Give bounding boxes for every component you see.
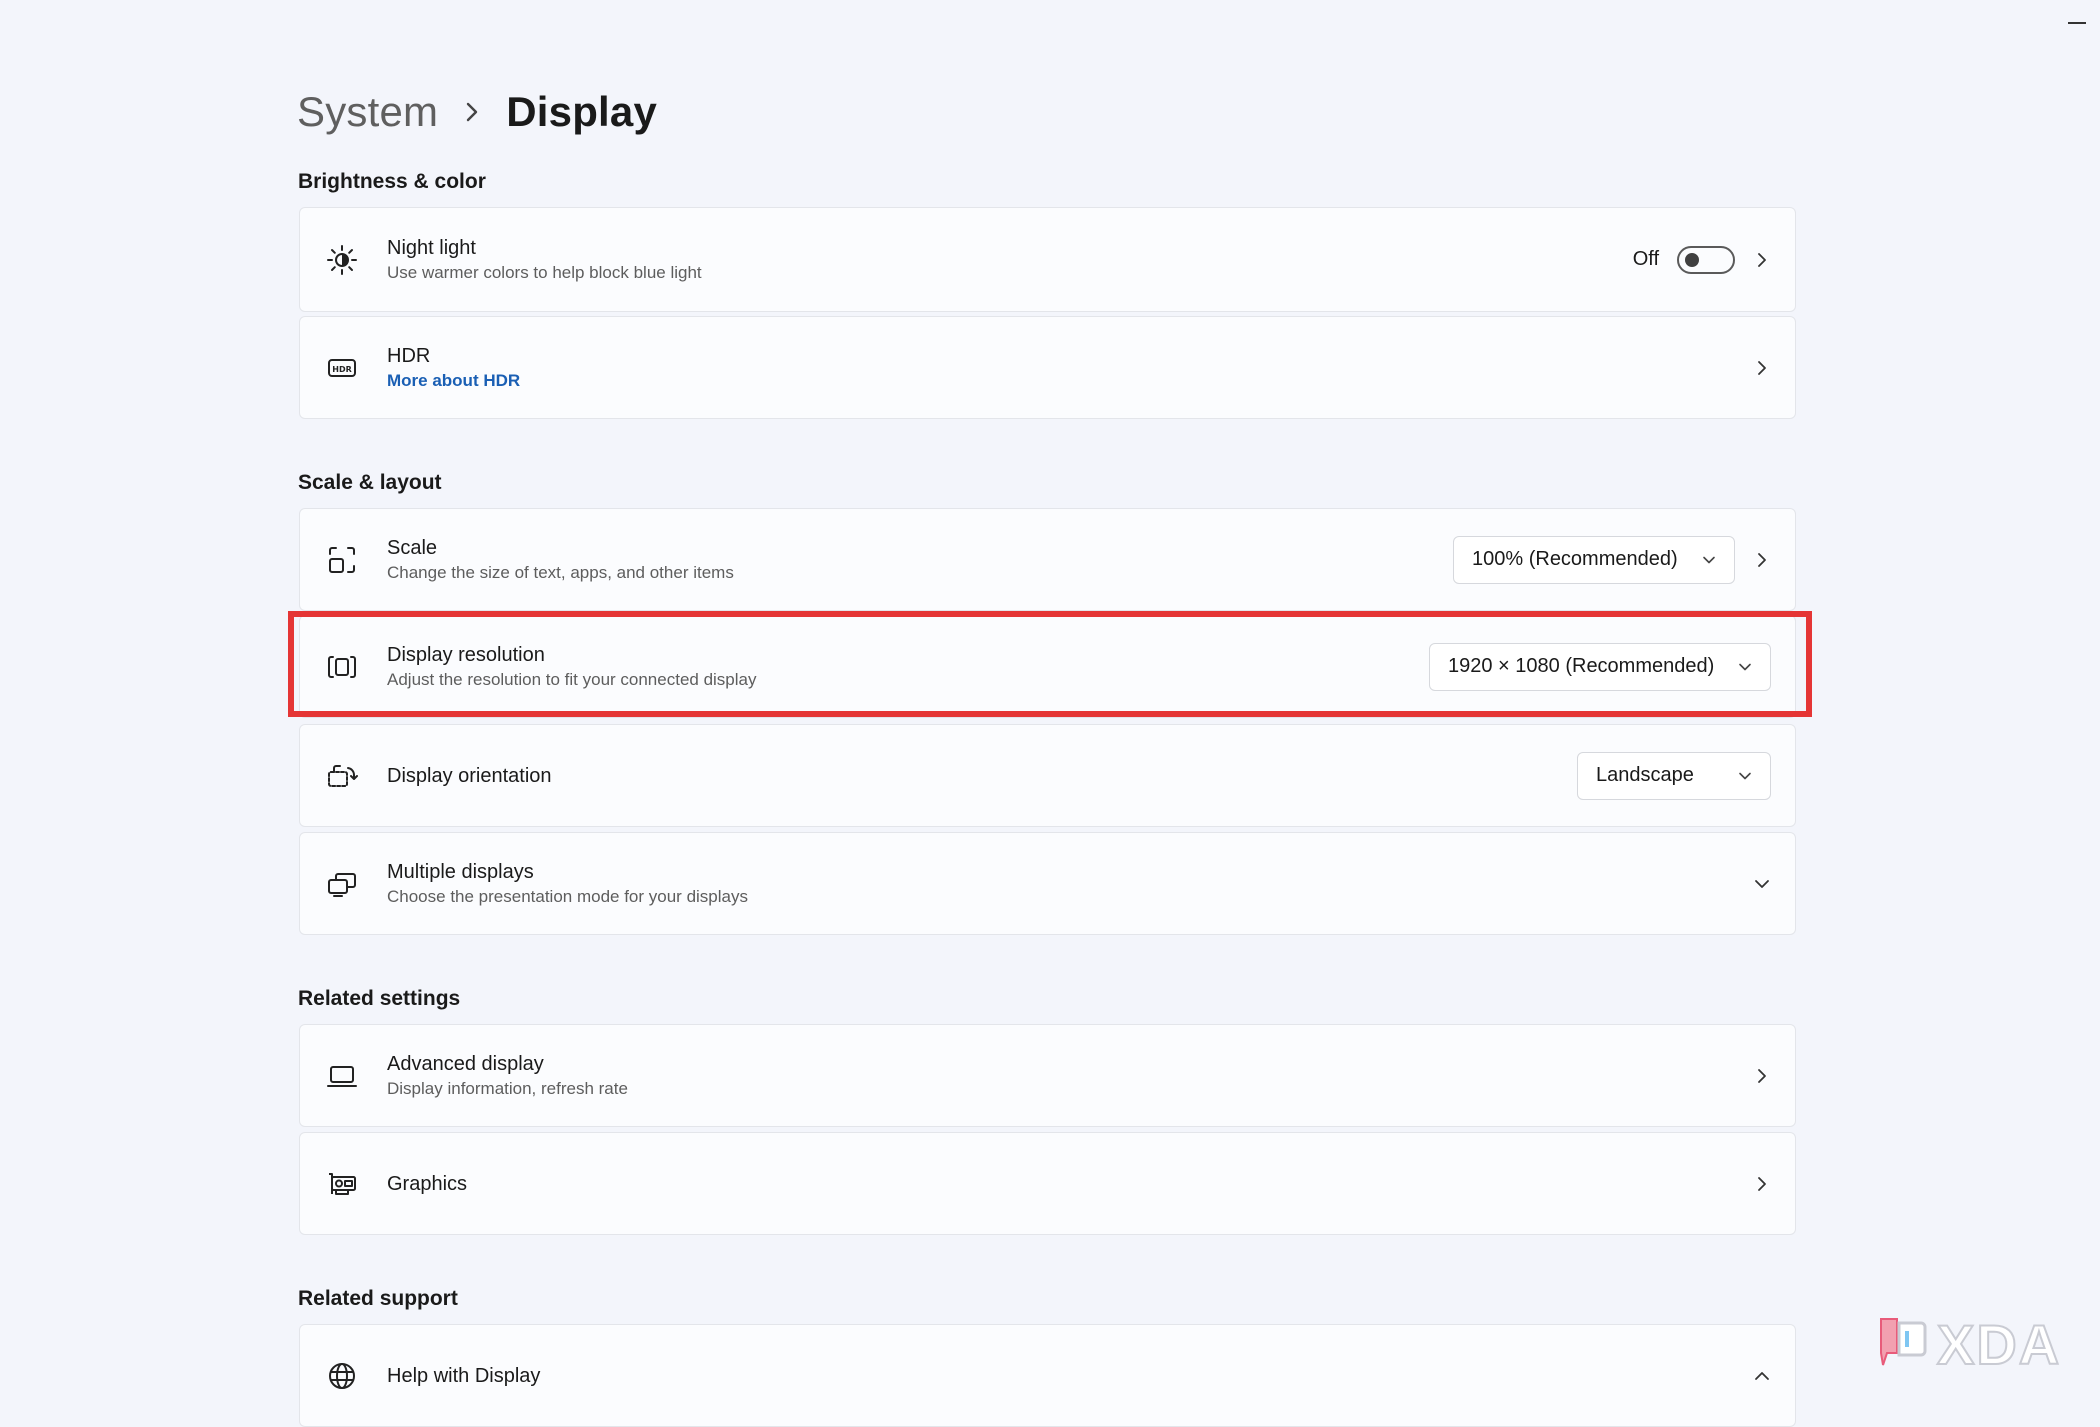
- night-light-state: Off: [1632, 248, 1659, 270]
- hdr-title: HDR: [387, 344, 431, 367]
- page-title: Display: [506, 88, 658, 135]
- toggle-knob: [1685, 252, 1699, 267]
- graphics-row[interactable]: Graphics: [299, 1132, 1796, 1235]
- night-light-subtitle: Use warmer colors to help block blue lig…: [387, 262, 702, 282]
- graphics-card-icon: [324, 1166, 360, 1202]
- scale-dropdown[interactable]: 100% (Recommended): [1453, 535, 1735, 584]
- advanced-display-title: Advanced display: [387, 1052, 544, 1075]
- orientation-dropdown[interactable]: Landscape: [1577, 751, 1771, 800]
- section-scale-layout: Scale & layout: [298, 471, 442, 494]
- breadcrumb-system[interactable]: System: [297, 88, 438, 136]
- display-orientation-title: Display orientation: [387, 764, 552, 787]
- globe-icon: [324, 1358, 360, 1394]
- multiple-displays-row[interactable]: Multiple displays Choose the presentatio…: [299, 832, 1796, 935]
- minimize-button[interactable]: [2068, 22, 2086, 24]
- scale-dropdown-value: 100% (Recommended): [1472, 548, 1678, 570]
- more-about-hdr-link[interactable]: More about HDR: [387, 369, 520, 393]
- multiple-displays-subtitle: Choose the presentation mode for your di…: [387, 886, 748, 906]
- chevron-right-icon[interactable]: [1753, 251, 1771, 269]
- chevron-down-icon: [1739, 772, 1751, 779]
- section-related-support: Related support: [298, 1287, 458, 1310]
- scale-title: Scale: [387, 536, 438, 559]
- multiple-displays-title: Multiple displays: [387, 860, 534, 883]
- breadcrumb: System Display: [297, 88, 657, 136]
- sun-icon: [324, 242, 360, 278]
- chevron-right-icon[interactable]: [1753, 551, 1771, 569]
- scale-icon: [324, 542, 360, 578]
- chevron-right-icon[interactable]: [1753, 1175, 1771, 1193]
- multiple-displays-icon: [324, 866, 360, 902]
- section-brightness-color: Brightness & color: [298, 170, 486, 193]
- night-light-toggle[interactable]: [1677, 245, 1735, 274]
- help-with-display-title: Help with Display: [387, 1364, 541, 1387]
- night-light-title: Night light: [387, 236, 476, 259]
- help-with-display-row[interactable]: Help with Display: [299, 1324, 1796, 1427]
- xda-watermark-text: XDA: [1936, 1312, 2062, 1377]
- advanced-display-row[interactable]: Advanced display Display information, re…: [299, 1024, 1796, 1127]
- advanced-display-subtitle: Display information, refresh rate: [387, 1078, 628, 1098]
- xda-logo-icon: [1875, 1315, 1931, 1375]
- hdr-icon: HDR: [324, 350, 360, 386]
- chevron-right-icon: [464, 101, 480, 123]
- chevron-right-icon[interactable]: [1753, 1067, 1771, 1085]
- graphics-title: Graphics: [387, 1172, 468, 1195]
- chevron-right-icon[interactable]: [1753, 359, 1771, 377]
- night-light-row[interactable]: Night light Use warmer colors to help bl…: [299, 207, 1796, 312]
- display-orientation-row[interactable]: Display orientation Landscape: [299, 724, 1796, 827]
- scale-row[interactable]: Scale Change the size of text, apps, and…: [299, 508, 1796, 611]
- section-related-settings: Related settings: [298, 987, 461, 1010]
- svg-text:HDR: HDR: [332, 365, 352, 374]
- scale-subtitle: Change the size of text, apps, and other…: [387, 562, 734, 582]
- chevron-down-icon[interactable]: [1753, 875, 1771, 893]
- chevron-up-icon[interactable]: [1753, 1367, 1771, 1385]
- xda-watermark: XDA: [1875, 1312, 2061, 1377]
- hdr-row[interactable]: HDR HDR More about HDR: [299, 316, 1796, 419]
- highlight-box: [288, 611, 1812, 717]
- orientation-dropdown-value: Landscape: [1596, 764, 1694, 786]
- chevron-down-icon: [1703, 556, 1715, 563]
- orientation-icon: [324, 758, 360, 794]
- laptop-icon: [324, 1058, 360, 1094]
